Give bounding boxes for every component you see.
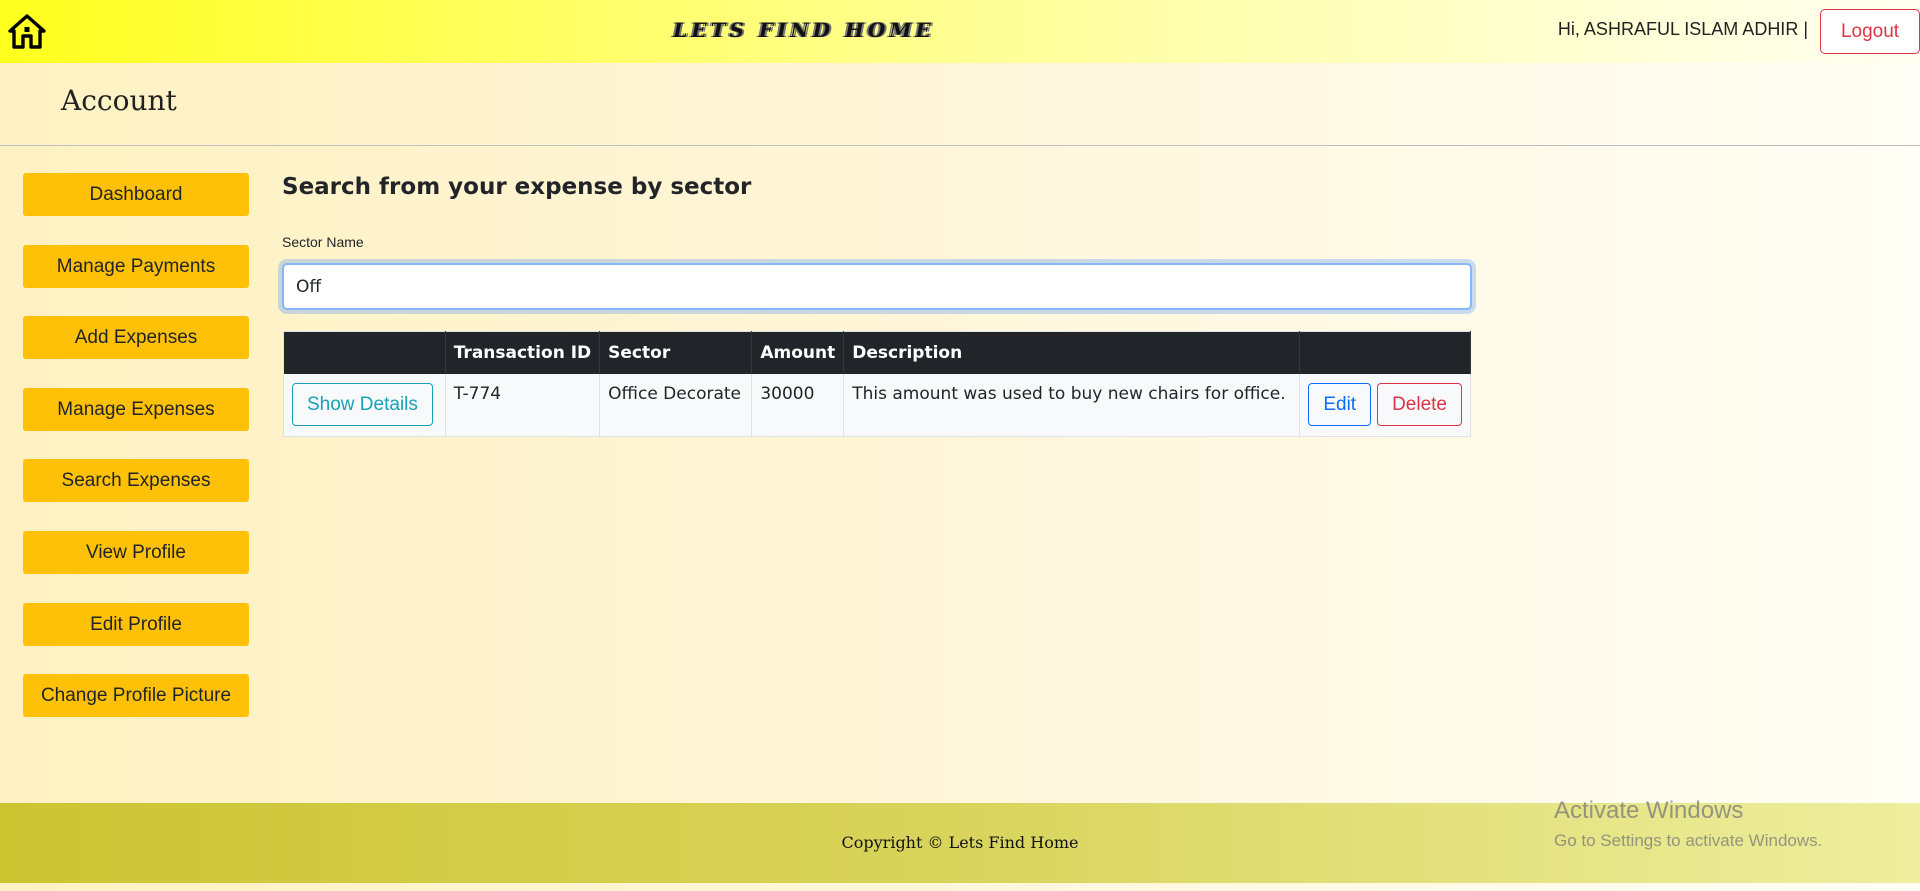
column-header-actions [283, 331, 446, 374]
delete-button[interactable]: Delete [1377, 383, 1462, 427]
sidebar-item-add-expenses[interactable]: Add Expenses [23, 316, 249, 359]
column-header-amount: Amount [751, 331, 845, 374]
description-cell: This amount was used to buy new chairs f… [843, 373, 1301, 437]
amount-cell: 30000 [751, 373, 845, 437]
watermark-title: Activate Windows [1554, 797, 1744, 824]
transaction-id-cell: T-774 [445, 373, 601, 437]
sidebar-item-manage-expenses[interactable]: Manage Expenses [23, 388, 249, 431]
show-details-button[interactable]: Show Details [292, 383, 433, 427]
sidebar-item-dashboard[interactable]: Dashboard [23, 173, 249, 216]
logout-button[interactable]: Logout [1820, 9, 1920, 54]
sidebar-item-view-profile[interactable]: View Profile [23, 531, 249, 574]
edit-button[interactable]: Edit [1308, 383, 1372, 427]
sidebar-item-change-profile-picture[interactable]: Change Profile Picture [23, 674, 249, 717]
watermark-subtitle: Go to Settings to activate Windows. [1554, 831, 1823, 850]
sector-cell: Office Decorate [599, 373, 753, 437]
sidebar-item-manage-payments[interactable]: Manage Payments [23, 245, 249, 288]
search-heading: Search from your expense by sector [282, 174, 752, 200]
brand-logo-text[interactable]: LETS FIND HOME [0, 18, 1608, 42]
column-header-sector: Sector [599, 331, 753, 374]
details-cell: Show Details [283, 373, 446, 437]
header-divider [0, 145, 1920, 146]
sidebar-item-edit-profile[interactable]: Edit Profile [23, 603, 249, 646]
table-header-row: Transaction ID Sector Amount Description [283, 331, 1471, 374]
sector-search-input[interactable] [282, 263, 1472, 310]
table-row: Show Details T-774 Office Decorate 30000… [283, 373, 1471, 437]
sector-name-label: Sector Name [282, 234, 364, 250]
page-title: Account [61, 84, 177, 117]
sidebar-item-search-expenses[interactable]: Search Expenses [23, 459, 249, 502]
windows-activation-watermark: Activate Windows Go to Settings to activ… [1554, 797, 1822, 851]
column-header-transaction-id: Transaction ID [445, 331, 601, 374]
column-header-description: Description [843, 331, 1301, 374]
expenses-table: Transaction ID Sector Amount Description… [283, 331, 1471, 437]
top-navbar: LETS FIND HOME Hi, ASHRAFUL ISLAM ADHIR … [0, 0, 1920, 63]
row-actions-cell: Edit Delete [1299, 373, 1471, 437]
user-greeting: Hi, ASHRAFUL ISLAM ADHIR | [1557, 19, 1808, 39]
column-header-row-actions [1299, 331, 1471, 374]
